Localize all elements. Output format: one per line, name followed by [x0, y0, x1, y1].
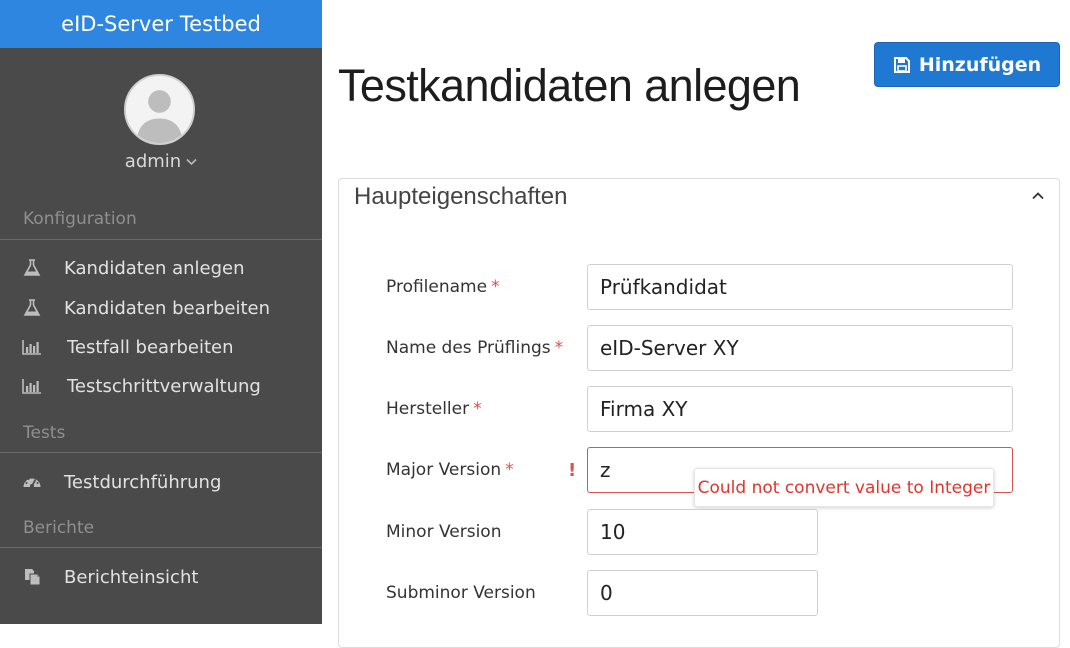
brand-suffix: Testbed [179, 12, 261, 36]
section-label-konfiguration: Konfiguration [23, 209, 137, 229]
sidebar-item-label: Kandidaten bearbeiten [64, 298, 271, 319]
required-marker: * [505, 460, 514, 480]
label-text: Name des Prüflings [386, 338, 551, 358]
sidebar-item-label: Kandidaten anlegen [64, 258, 245, 279]
label-profilename: Profilename * [386, 277, 500, 297]
user-menu[interactable]: admin [0, 151, 322, 172]
label-name-des-pruelings: Name des Prüflings * [386, 338, 563, 358]
sidebar-item-label: Testdurchführung [64, 472, 222, 493]
sidebar-item-testdurchfuehrung[interactable]: Testdurchführung [0, 464, 322, 500]
profilename-input[interactable] [587, 264, 1013, 310]
bar-chart-icon [22, 377, 42, 395]
minor-version-input[interactable] [587, 509, 818, 555]
hersteller-input[interactable] [587, 386, 1013, 432]
sidebar-item-kandidaten-anlegen[interactable]: Kandidaten anlegen [0, 250, 322, 286]
section-divider [0, 239, 322, 240]
chevron-up-icon[interactable] [1029, 187, 1047, 205]
label-text: Minor Version [386, 522, 502, 542]
section-label-berichte: Berichte [23, 518, 95, 538]
brand-title[interactable]: eID-Server Testbed [0, 0, 322, 48]
sidebar-item-label: Testschrittverwaltung [67, 376, 261, 397]
required-marker: * [491, 277, 500, 297]
sidebar-item-label: Berichteinsicht [64, 567, 199, 588]
sidebar-item-testfall-bearbeiten[interactable]: Testfall bearbeiten [0, 329, 322, 365]
label-hersteller: Hersteller * [386, 399, 482, 419]
label-subminor-version: Subminor Version [386, 583, 536, 603]
user-avatar-icon[interactable] [124, 74, 195, 145]
copy-icon [22, 568, 42, 586]
label-text: Subminor Version [386, 583, 536, 603]
page-title: Testkandidaten anlegen [338, 60, 801, 111]
add-button-label: Hinzufügen [918, 53, 1042, 76]
label-text: Hersteller [386, 399, 470, 419]
sidebar-item-berichteinsicht[interactable]: Berichteinsicht [0, 559, 322, 595]
brand-name: eID-Server [61, 12, 173, 36]
section-label-tests: Tests [23, 423, 66, 443]
dashboard-icon [22, 473, 42, 491]
flask-icon [22, 259, 42, 277]
section-divider [0, 452, 322, 453]
flask-icon [22, 299, 42, 317]
sidebar-item-label: Testfall bearbeiten [67, 337, 234, 358]
label-text: Profilename [386, 277, 488, 297]
bar-chart-icon [22, 338, 42, 356]
sidebar: eID-Server Testbed admin Konfiguration K… [0, 0, 322, 624]
required-marker: * [473, 399, 482, 419]
error-icon: ! [568, 460, 577, 481]
required-marker: * [554, 338, 564, 358]
subminor-version-input[interactable] [587, 570, 818, 616]
label-text: Major Version [386, 460, 502, 480]
label-major-version: Major Version * [386, 460, 514, 480]
chevron-down-icon [186, 155, 197, 170]
save-icon [893, 56, 910, 73]
sidebar-item-testschrittverwaltung[interactable]: Testschrittverwaltung [0, 368, 322, 404]
sidebar-item-kandidaten-bearbeiten[interactable]: Kandidaten bearbeiten [0, 290, 322, 326]
user-name: admin [124, 151, 182, 172]
name-des-pruelings-input[interactable] [587, 325, 1013, 371]
panel-title: Haupteigenschaften [354, 183, 568, 210]
label-minor-version: Minor Version [386, 522, 501, 542]
error-tooltip: Could not convert value to Integer [694, 468, 994, 507]
section-divider [0, 547, 322, 548]
add-button[interactable]: Hinzufügen [874, 42, 1060, 87]
